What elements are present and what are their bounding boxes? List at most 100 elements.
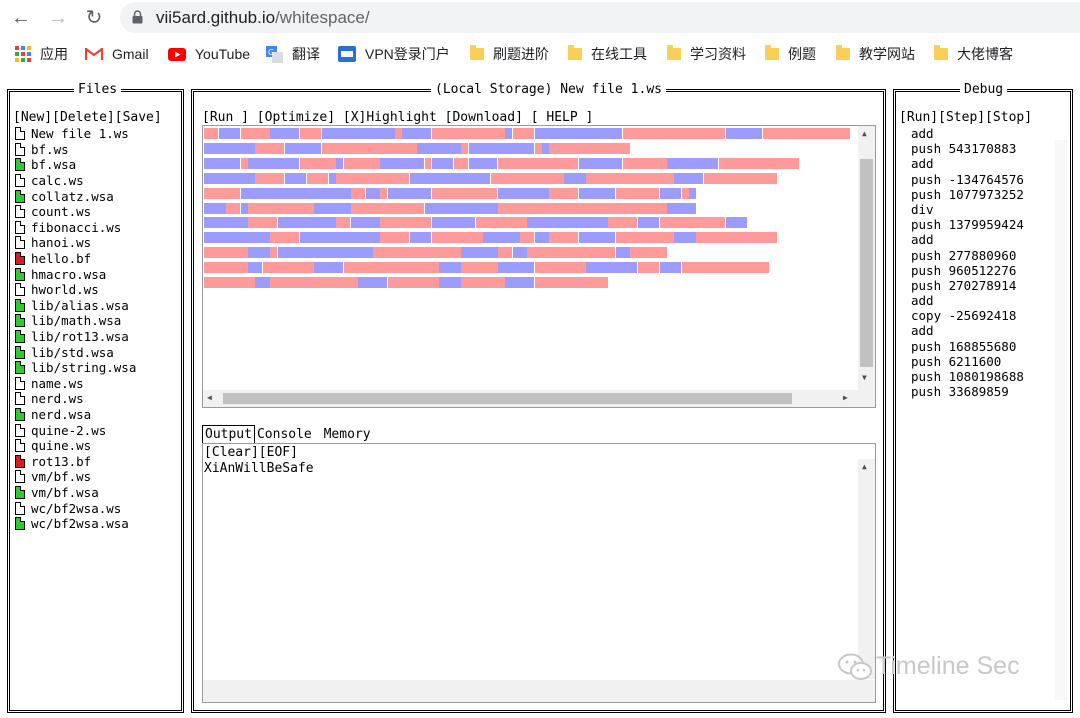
address-bar[interactable]: vii5ard.github.io/whitespace/ xyxy=(120,2,1080,33)
bookmark-folder[interactable]: 教学网站 xyxy=(836,40,915,68)
space-token xyxy=(204,187,241,199)
space-token xyxy=(204,128,219,139)
output-area[interactable]: [Clear][EOF] XiAnWillBeSafe ▲ ▼ xyxy=(202,443,876,703)
space-token xyxy=(299,157,336,169)
bookmark-vpn[interactable]: VPN登录门户 xyxy=(338,40,450,68)
tab-token xyxy=(255,277,270,288)
file-item[interactable]: name.ws xyxy=(15,376,136,392)
file-name: wc/bf2wsa.wsa xyxy=(31,516,129,532)
file-item[interactable]: bf.wsa xyxy=(15,157,136,173)
bookmark-label: 翻译 xyxy=(292,46,320,62)
back-icon[interactable]: ← xyxy=(9,6,33,30)
output-horizontal-scrollbar[interactable] xyxy=(203,680,875,702)
space-token xyxy=(534,142,542,154)
space-token xyxy=(204,277,255,288)
file-icon xyxy=(15,267,25,281)
bookmark-folder[interactable]: 在线工具 xyxy=(568,40,647,68)
code-horizontal-scrollbar[interactable]: ◀ ▶ xyxy=(203,390,875,407)
file-icon xyxy=(15,142,25,156)
tab-token xyxy=(270,128,300,139)
url-text[interactable]: vii5ard.github.io/whitespace/ xyxy=(156,8,370,28)
scroll-up-icon[interactable]: ▲ xyxy=(862,462,867,472)
editor-menu[interactable]: [Run ] [Optimize] [X]Highlight [Download… xyxy=(202,110,593,125)
debug-instruction: add xyxy=(911,323,934,339)
file-item[interactable]: nerd.wsa xyxy=(15,407,136,423)
scroll-down-icon[interactable]: ▼ xyxy=(862,373,867,383)
file-item[interactable]: wc/bf2wsa.ws xyxy=(15,500,136,516)
file-item[interactable]: hworld.ws xyxy=(15,282,136,298)
space-token xyxy=(534,262,586,274)
file-item[interactable]: hmacro.wsa xyxy=(15,266,136,282)
output-menu[interactable]: [Clear][EOF] xyxy=(204,445,298,460)
tab-token xyxy=(483,232,520,244)
lock-icon[interactable] xyxy=(132,10,143,24)
code-vertical-scrollbar[interactable]: ▲ ▼ xyxy=(858,126,875,390)
file-item[interactable]: fibonacci.ws xyxy=(15,220,136,236)
output-vertical-scrollbar[interactable]: ▲ ▼ xyxy=(858,459,875,679)
tab-token xyxy=(424,202,498,214)
file-name: lib/rot13.wsa xyxy=(31,329,129,345)
file-item[interactable]: bf.ws xyxy=(15,142,136,158)
file-item[interactable]: lib/math.wsa xyxy=(15,313,136,329)
space-token xyxy=(306,172,329,184)
tab-token xyxy=(365,187,380,199)
tab-token xyxy=(314,262,344,274)
translate-icon: G xyxy=(266,45,283,63)
space-token xyxy=(270,232,300,244)
code-editor[interactable]: ▲ ▼ ◀ ▶ xyxy=(202,125,876,408)
file-item[interactable]: lib/alias.wsa xyxy=(15,298,136,314)
tab-token xyxy=(578,187,616,199)
scrollbar-thumb[interactable] xyxy=(860,159,873,367)
file-icon xyxy=(15,252,25,266)
bookmark-folder[interactable]: 刷题进阶 xyxy=(470,40,549,68)
tab-console[interactable]: Console xyxy=(255,426,314,443)
bookmark-folder[interactable]: 学习资料 xyxy=(667,40,746,68)
tab-memory[interactable]: Memory xyxy=(322,426,373,443)
file-item[interactable]: quine-2.ws xyxy=(15,422,136,438)
space-token xyxy=(255,142,285,154)
file-item[interactable]: wc/bf2wsa.wsa xyxy=(15,516,136,532)
bookmark-apps[interactable]: 应用 xyxy=(15,40,68,68)
file-item[interactable]: vm/bf.ws xyxy=(15,469,136,485)
file-item[interactable]: New file 1.ws xyxy=(15,126,136,142)
file-item[interactable]: rot13.bf xyxy=(15,453,136,469)
bookmark-translate[interactable]: G 翻译 xyxy=(266,40,320,68)
bookmark-gmail[interactable]: Gmail xyxy=(85,40,149,68)
file-item[interactable]: nerd.ws xyxy=(15,391,136,407)
file-item[interactable]: lib/rot13.wsa xyxy=(15,329,136,345)
file-item[interactable]: lib/string.wsa xyxy=(15,360,136,376)
bookmark-folder[interactable]: 大佬博客 xyxy=(934,40,1013,68)
file-name: lib/alias.wsa xyxy=(31,297,129,313)
debug-menu[interactable]: [Run][Step][Stop] xyxy=(899,110,1032,125)
reload-icon[interactable]: ↻ xyxy=(82,6,106,30)
scroll-right-icon[interactable]: ▶ xyxy=(843,393,848,403)
scroll-up-icon[interactable]: ▲ xyxy=(862,129,867,139)
files-menu[interactable]: [New][Delete][Save] xyxy=(13,110,162,125)
space-token xyxy=(431,187,498,199)
url-path: /whitespace/ xyxy=(275,8,370,27)
tab-output[interactable]: Output xyxy=(202,425,255,443)
whitespace-code-area[interactable] xyxy=(204,127,858,389)
file-list: New file 1.ws bf.ws bf.wsa calc.ws collatz.w… xyxy=(15,126,136,531)
tab-token xyxy=(358,277,388,288)
debug-instruction: add xyxy=(911,126,934,141)
file-item[interactable]: quine.ws xyxy=(15,438,136,454)
scroll-left-icon[interactable]: ◀ xyxy=(207,393,212,403)
file-item[interactable]: hello.bf xyxy=(15,251,136,267)
file-item[interactable]: vm/bf.wsa xyxy=(15,485,136,501)
debug-scrollbar[interactable] xyxy=(1055,140,1068,700)
space-token xyxy=(718,157,799,169)
tab-token xyxy=(240,202,248,214)
file-item[interactable]: count.ws xyxy=(15,204,136,220)
tab-token xyxy=(667,157,718,169)
scrollbar-thumb[interactable] xyxy=(223,393,792,404)
file-item[interactable]: hanoi.ws xyxy=(15,235,136,251)
file-item[interactable]: lib/std.wsa xyxy=(15,344,136,360)
forward-icon[interactable]: → xyxy=(46,6,70,30)
bookmark-youtube[interactable]: YouTube xyxy=(168,40,250,68)
file-item[interactable]: calc.ws xyxy=(15,173,136,189)
debug-instruction: push 543170883 xyxy=(911,141,1017,157)
file-item[interactable]: collatz.wsa xyxy=(15,188,136,204)
tab-token xyxy=(336,157,344,169)
bookmark-folder[interactable]: 例题 xyxy=(765,40,816,68)
